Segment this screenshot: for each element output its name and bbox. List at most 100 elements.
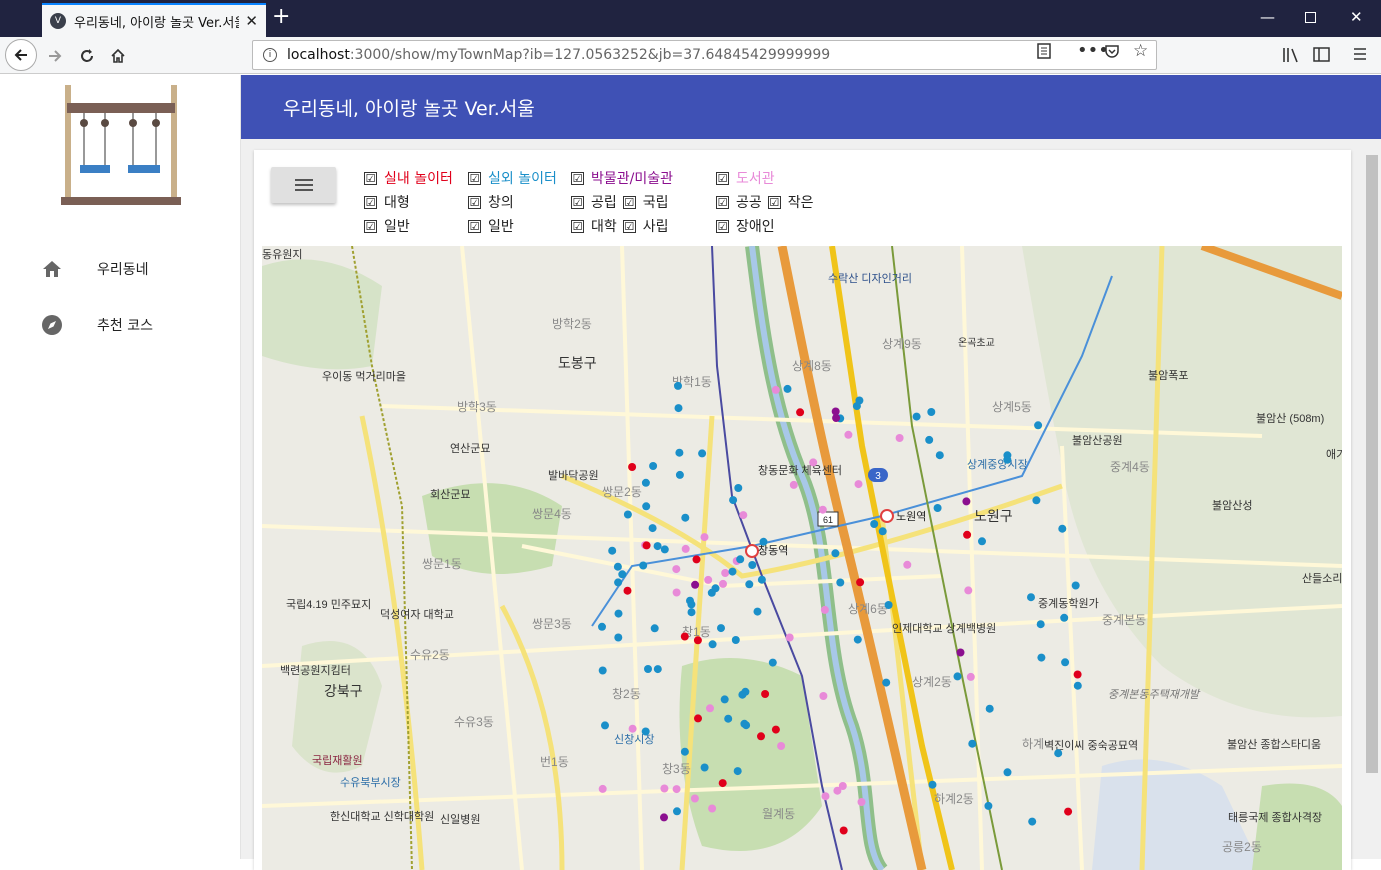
outdoor-playground-marker[interactable] (1072, 582, 1080, 590)
filter-library-small-checkbox[interactable]: ☑작은 (768, 192, 814, 212)
outdoor-playground-marker[interactable] (854, 636, 862, 644)
library-marker[interactable] (822, 792, 830, 800)
library-marker[interactable] (673, 785, 681, 793)
library-marker[interactable] (682, 545, 690, 553)
indoor-playground-marker[interactable] (772, 726, 780, 734)
library-marker[interactable] (790, 481, 798, 489)
outdoor-playground-marker[interactable] (1074, 682, 1082, 690)
library-icon[interactable] (1282, 47, 1300, 67)
outdoor-playground-marker[interactable] (758, 576, 766, 584)
library-marker[interactable] (819, 692, 827, 700)
outdoor-playground-marker[interactable] (614, 634, 622, 642)
indoor-playground-marker[interactable] (1074, 671, 1082, 679)
outdoor-playground-marker[interactable] (673, 807, 681, 815)
library-marker[interactable] (660, 785, 668, 793)
museum-marker[interactable] (957, 649, 965, 657)
outdoor-playground-marker[interactable] (724, 715, 732, 723)
filter-museum-university-checkbox[interactable]: ☑대학 (571, 216, 617, 236)
outdoor-playground-marker[interactable] (870, 520, 878, 528)
outdoor-playground-marker[interactable] (738, 691, 746, 699)
museum-marker[interactable] (832, 408, 840, 416)
museum-marker[interactable] (962, 497, 970, 505)
outdoor-playground-marker[interactable] (598, 623, 606, 631)
menu-toggle-button[interactable] (271, 167, 336, 203)
window-close-icon[interactable]: ✕ (1350, 8, 1363, 26)
indoor-playground-marker[interactable] (796, 408, 804, 416)
reader-view-icon[interactable] (1037, 43, 1051, 63)
outdoor-playground-marker[interactable] (978, 537, 986, 545)
museum-marker[interactable] (660, 813, 668, 821)
sidebar-item-recommended-course[interactable]: 추천 코스 (40, 310, 153, 340)
museum-marker[interactable] (691, 581, 699, 589)
site-info-icon[interactable]: i (263, 48, 277, 62)
outdoor-playground-marker[interactable] (732, 636, 740, 644)
outdoor-playground-marker[interactable] (984, 802, 992, 810)
outdoor-playground-marker[interactable] (748, 561, 756, 569)
outdoor-playground-marker[interactable] (925, 436, 933, 444)
outdoor-playground-marker[interactable] (885, 601, 893, 609)
station-marker[interactable] (881, 510, 893, 522)
pocket-icon[interactable] (1104, 43, 1120, 63)
filter-library-public-checkbox[interactable]: ☑공공 (716, 192, 762, 212)
outdoor-playground-marker[interactable] (618, 570, 626, 578)
outdoor-playground-marker[interactable] (681, 748, 689, 756)
outdoor-playground-marker[interactable] (624, 511, 632, 519)
library-marker[interactable] (903, 561, 911, 569)
filter-indoor-large-checkbox[interactable]: ☑대형 (364, 192, 410, 212)
outdoor-playground-marker[interactable] (687, 600, 695, 608)
outdoor-playground-marker[interactable] (649, 524, 657, 532)
outdoor-playground-marker[interactable] (831, 549, 839, 557)
filter-library-disabled-checkbox[interactable]: ☑장애인 (716, 216, 775, 236)
back-arrow-icon[interactable] (5, 39, 37, 71)
filter-indoor-playground-checkbox[interactable]: ☑실내 놀이터 (364, 168, 453, 188)
outdoor-playground-marker[interactable] (639, 562, 647, 570)
outdoor-playground-marker[interactable] (1054, 749, 1062, 757)
outdoor-playground-marker[interactable] (698, 449, 706, 457)
library-marker[interactable] (833, 787, 841, 795)
indoor-playground-marker[interactable] (856, 578, 864, 586)
map-canvas[interactable]: 3 61 도봉구 노원구 강북구 방학2동 방학1동 방학3동 쌍문2동 쌍문4… (262, 246, 1342, 870)
outdoor-playground-marker[interactable] (760, 538, 768, 546)
sidebar-toggle-icon[interactable] (1313, 47, 1330, 66)
indoor-playground-marker[interactable] (624, 587, 632, 595)
library-marker[interactable] (704, 576, 712, 584)
outdoor-playground-marker[interactable] (1061, 658, 1069, 666)
bookmark-star-icon[interactable]: ☆ (1133, 41, 1148, 61)
outdoor-playground-marker[interactable] (651, 624, 659, 632)
outdoor-playground-marker[interactable] (1037, 620, 1045, 628)
outdoor-playground-marker[interactable] (853, 402, 861, 410)
reload-icon[interactable] (72, 41, 102, 71)
tab-close-icon[interactable]: ✕ (245, 12, 258, 30)
outdoor-playground-marker[interactable] (769, 659, 777, 667)
outdoor-playground-marker[interactable] (674, 382, 682, 390)
outdoor-playground-marker[interactable] (675, 449, 683, 457)
window-maximize-icon[interactable] (1305, 12, 1316, 23)
outdoor-playground-marker[interactable] (968, 740, 976, 748)
outdoor-playground-marker[interactable] (601, 721, 609, 729)
outdoor-playground-marker[interactable] (721, 695, 729, 703)
library-marker[interactable] (708, 805, 716, 813)
town-map[interactable]: 3 61 도봉구 노원구 강북구 방학2동 방학1동 방학3동 쌍문2동 쌍문4… (262, 246, 1342, 870)
outdoor-playground-marker[interactable] (681, 514, 689, 522)
outdoor-playground-marker[interactable] (784, 385, 792, 393)
outdoor-playground-marker[interactable] (986, 705, 994, 713)
library-marker[interactable] (821, 606, 829, 614)
outdoor-playground-marker[interactable] (709, 640, 717, 648)
library-marker[interactable] (772, 386, 780, 394)
library-marker[interactable] (896, 434, 904, 442)
library-marker[interactable] (786, 634, 794, 642)
outdoor-playground-marker[interactable] (934, 504, 942, 512)
library-marker[interactable] (844, 431, 852, 439)
outdoor-playground-marker[interactable] (740, 720, 748, 728)
indoor-playground-marker[interactable] (840, 827, 848, 835)
outdoor-playground-marker[interactable] (688, 608, 696, 616)
outdoor-playground-marker[interactable] (879, 527, 887, 535)
library-marker[interactable] (739, 511, 747, 519)
outdoor-playground-marker[interactable] (1032, 496, 1040, 504)
outdoor-playground-marker[interactable] (608, 547, 616, 555)
hamburger-menu-icon[interactable] (1352, 47, 1368, 65)
outdoor-playground-marker[interactable] (676, 471, 684, 479)
outdoor-playground-marker[interactable] (642, 479, 650, 487)
outdoor-playground-marker[interactable] (734, 767, 742, 775)
library-marker[interactable] (706, 704, 714, 712)
